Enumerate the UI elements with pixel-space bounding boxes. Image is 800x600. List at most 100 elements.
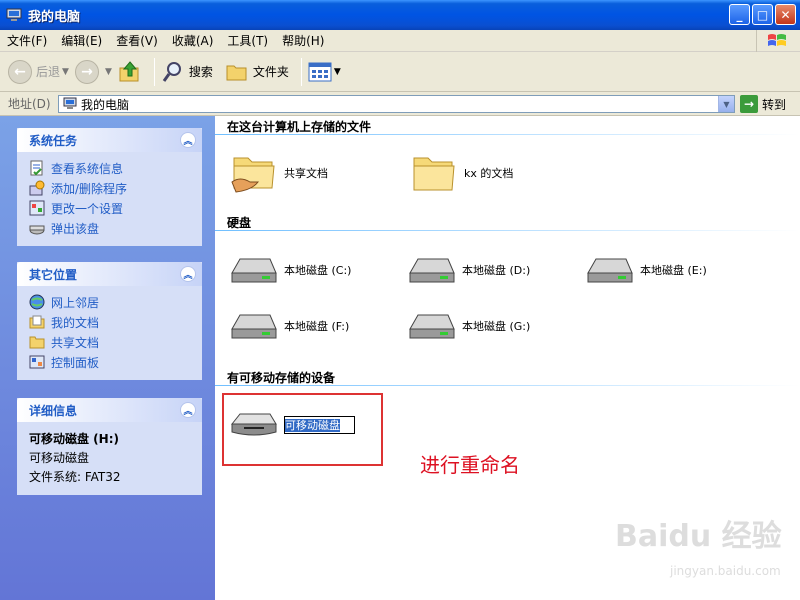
folders-label: 文件夹 [252,65,289,79]
windows-logo-icon [756,30,796,52]
menu-tools[interactable]: 工具(T) [220,32,275,49]
search-label: 搜索 [188,65,213,79]
place-label: 网上邻居 [51,295,100,310]
hard-disk-icon [231,258,277,283]
task-pane: 系统任务 ︽ 查看系统信息 添加/删除程序 更改一个设置 弹出该盘 其它位置 ︽… [0,116,215,600]
back-label: 后退 [36,65,61,79]
window-title: 我的电脑 [28,9,81,25]
shared-folder-icon [231,157,275,193]
search-button[interactable]: 搜索 [161,60,213,84]
maximize-button[interactable]: □ [752,4,773,25]
back-arrow-icon: ← [8,59,32,84]
eject-disk-icon [29,225,45,235]
search-icon [162,61,181,82]
system-info-icon [30,160,43,176]
close-button[interactable]: ✕ [775,4,796,25]
group-divider [215,134,800,135]
chevron-down-icon: ▼ [333,66,341,77]
drive-c-item[interactable]: 本地磁盘 (C:) [230,255,351,285]
place-network[interactable]: 网上邻居 [29,292,190,312]
group-header-removable: 有可移动存储的设备 [227,371,336,385]
item-label: 共享文档 [284,167,328,180]
folder-up-icon [119,60,139,81]
hard-disk-icon [587,258,633,283]
go-button[interactable]: → 转到 [740,95,786,113]
folder-icon [226,65,247,80]
hard-disk-icon [409,258,455,283]
system-tasks-title: 系统任务 [29,133,78,148]
programs-icon [29,180,45,196]
details-header[interactable]: 详细信息 ︽ [17,398,202,422]
drive-e-item[interactable]: 本地磁盘 (E:) [586,255,707,285]
other-places-title: 其它位置 [29,267,78,282]
system-tasks-header[interactable]: 系统任务 ︽ [17,128,202,152]
group-header-files: 在这台计算机上存储的文件 [227,120,372,134]
address-input[interactable]: 我的电脑 ▼ [58,95,735,113]
task-eject-disk[interactable]: 弹出该盘 [29,218,190,238]
address-value: 我的电脑 [81,97,130,112]
removable-disk-item[interactable]: 可移动磁盘 [230,410,355,440]
up-button[interactable] [118,60,142,84]
title-bar: 我的电脑 _ □ ✕ [0,0,800,30]
place-my-documents[interactable]: 我的文档 [29,312,190,332]
collapse-icon[interactable]: ︽ [180,402,196,418]
task-view-system-info[interactable]: 查看系统信息 [29,158,190,178]
collapse-icon[interactable]: ︽ [180,266,196,282]
menu-favorites[interactable]: 收藏(A) [165,32,221,49]
details-file-system: 文件系统: FAT32 [29,470,121,484]
group-header-hdd: 硬盘 [227,216,252,230]
task-change-setting[interactable]: 更改一个设置 [29,198,190,218]
task-label: 更改一个设置 [51,201,124,216]
removable-disk-icon [230,413,277,436]
rename-input[interactable]: 可移动磁盘 [284,416,355,434]
views-button[interactable]: ▼ [308,61,341,83]
rename-selected-text: 可移动磁盘 [285,419,340,432]
collapse-icon[interactable]: ︽ [180,132,196,148]
other-places-panel: 其它位置 ︽ 网上邻居 我的文档 共享文档 控制面板 [17,262,202,380]
group-divider [215,385,800,386]
task-label: 弹出该盘 [51,221,100,236]
menu-view[interactable]: 查看(V) [109,32,165,49]
address-dropdown-button[interactable]: ▼ [718,96,734,112]
drive-f-item[interactable]: 本地磁盘 (F:) [230,311,349,341]
content-pane: 在这台计算机上存储的文件 共享文档 kx 的文档 硬盘 本地磁盘 (C:) 本地… [215,116,800,600]
item-label: 本地磁盘 (G:) [462,320,531,333]
chevron-down-icon: ▼ [104,66,112,77]
back-button[interactable]: ← 后退 ▼ [8,59,69,84]
menu-edit[interactable]: 编辑(E) [54,32,109,49]
item-label: kx 的文档 [464,167,514,180]
annotation-text: 进行重命名 [420,453,520,477]
computer-icon [63,97,77,109]
hard-disk-icon [409,314,455,339]
watermark-logo: Baidu 经验 [615,519,782,554]
place-control-panel[interactable]: 控制面板 [29,352,190,372]
minimize-button[interactable]: _ [729,4,750,25]
item-label: 本地磁盘 (F:) [284,320,350,333]
details-item-name: 可移动磁盘 (H:) [29,432,119,446]
computer-icon [6,8,22,21]
item-label: 本地磁盘 (C:) [284,264,352,277]
toolbar-divider [300,57,302,86]
task-label: 查看系统信息 [51,161,124,176]
place-label: 我的文档 [51,315,100,330]
folders-button[interactable]: 文件夹 [225,60,289,84]
control-panel-icon [29,200,45,216]
hard-disk-icon [231,314,277,339]
chevron-down-icon: ▼ [62,66,69,77]
drive-d-item[interactable]: 本地磁盘 (D:) [408,255,530,285]
details-title: 详细信息 [29,403,78,418]
shared-documents-item[interactable]: 共享文档 [230,152,328,194]
task-add-remove-programs[interactable]: 添加/删除程序 [29,178,190,198]
user-documents-item[interactable]: kx 的文档 [410,152,513,194]
other-places-header[interactable]: 其它位置 ︽ [17,262,202,286]
address-label: 地址(D) [8,97,51,111]
menu-bar: 文件(F) 编辑(E) 查看(V) 收藏(A) 工具(T) 帮助(H) [0,30,800,52]
menu-help[interactable]: 帮助(H) [275,32,331,49]
forward-button[interactable]: → ▼ [74,59,112,84]
drive-g-item[interactable]: 本地磁盘 (G:) [408,311,530,341]
address-bar: 地址(D) 我的电脑 ▼ → 转到 [0,92,800,116]
menu-file[interactable]: 文件(F) [0,32,54,49]
my-documents-icon [29,315,45,329]
place-shared-documents[interactable]: 共享文档 [29,332,190,352]
item-label: 本地磁盘 (D:) [462,264,531,277]
